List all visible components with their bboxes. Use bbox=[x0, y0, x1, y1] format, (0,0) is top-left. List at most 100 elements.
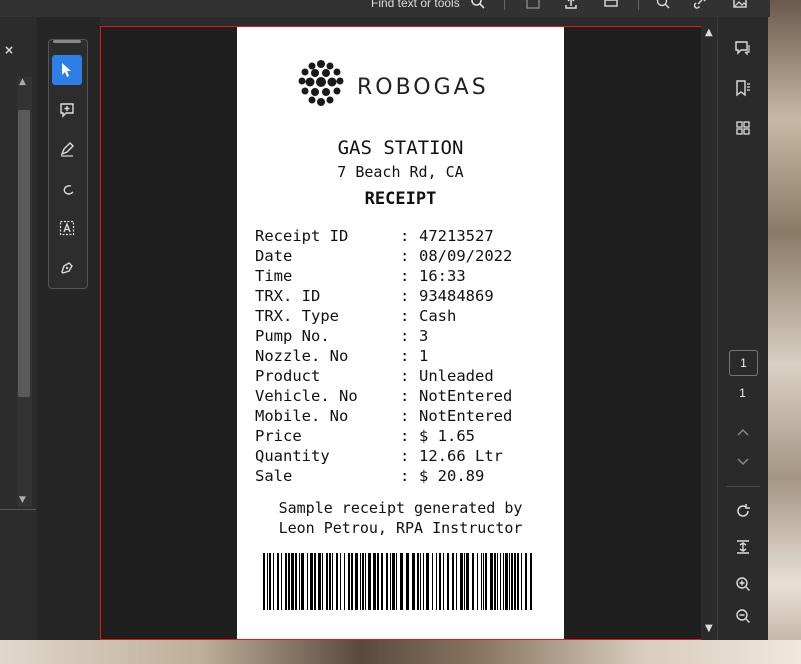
scroll-down-icon[interactable]: ▼ bbox=[705, 623, 713, 634]
find-text-label[interactable]: Find text or tools bbox=[371, 0, 460, 10]
barcode-bar bbox=[514, 553, 516, 610]
footer-line-2: Leon Petrou, RPA Instructor bbox=[278, 519, 523, 537]
barcode-bar bbox=[494, 553, 496, 610]
receipt-row-separator: : bbox=[400, 307, 410, 325]
barcode-bar bbox=[396, 553, 397, 610]
sign-icon[interactable] bbox=[52, 253, 82, 283]
scroll-up-icon[interactable]: ▲ bbox=[19, 77, 26, 87]
barcode-bar bbox=[530, 553, 532, 610]
barcode-bar bbox=[288, 553, 290, 610]
save-icon[interactable] bbox=[525, 0, 541, 10]
barcode-bar bbox=[301, 553, 304, 610]
previous-page-icon[interactable] bbox=[732, 421, 754, 443]
barcode-bar bbox=[299, 553, 300, 610]
barcode-bar bbox=[340, 553, 341, 610]
add-comment-icon[interactable] bbox=[52, 95, 82, 125]
barcode-bar bbox=[277, 553, 279, 610]
desktop-background-right bbox=[767, 0, 801, 664]
barcode-bar bbox=[443, 553, 444, 610]
barcode-bar bbox=[386, 553, 388, 610]
receipt-row-value: 12.66 Ltr bbox=[419, 447, 503, 465]
search-icon[interactable] bbox=[470, 0, 486, 10]
barcode-bar bbox=[318, 553, 321, 610]
barcode-bar bbox=[307, 553, 308, 610]
document-scrollbar[interactable]: ▲ ▼ bbox=[701, 17, 717, 640]
receipt-row-label: Nozzle. No bbox=[255, 347, 349, 365]
zoom-tool-icon[interactable] bbox=[655, 0, 671, 10]
barcode-bar bbox=[291, 553, 294, 610]
select-pointer-icon[interactable] bbox=[52, 55, 82, 85]
barcode-bar bbox=[521, 553, 522, 610]
barcode-bar bbox=[381, 553, 383, 610]
receipt-row-separator: : bbox=[400, 247, 410, 265]
next-page-icon[interactable] bbox=[732, 451, 754, 473]
print-icon[interactable] bbox=[603, 0, 619, 10]
document-viewport[interactable]: ROBOGAS GAS STATION 7 Beach Rd, CA RECEI… bbox=[100, 26, 702, 640]
barcode-bar bbox=[267, 553, 268, 610]
close-icon[interactable]: × bbox=[4, 43, 14, 57]
barcode-bar bbox=[509, 553, 510, 610]
receipt-row-label: Quantity bbox=[255, 447, 330, 465]
barcode-bar bbox=[336, 553, 338, 610]
barcode-bar bbox=[390, 553, 391, 610]
current-page-input[interactable]: 1 bbox=[729, 350, 758, 376]
receipt-row: Nozzle. No:1 bbox=[255, 346, 555, 366]
barcode-bar bbox=[269, 553, 271, 610]
barcode-bar bbox=[348, 553, 350, 610]
highlight-pen-icon[interactable] bbox=[52, 134, 82, 164]
share-icon[interactable] bbox=[563, 0, 579, 10]
barcode-bar bbox=[400, 553, 403, 610]
barcode-bar bbox=[362, 553, 364, 610]
right-tool-panel: 1 1 bbox=[717, 17, 768, 640]
barcode-bar bbox=[412, 553, 415, 610]
image-icon[interactable] bbox=[732, 0, 748, 10]
footer-line-1: Sample receipt generated by bbox=[278, 499, 523, 517]
receipt-row-separator: : bbox=[400, 227, 410, 245]
sidebar-scrollbar-thumb[interactable] bbox=[18, 110, 30, 397]
receipt-row-label: Pump No. bbox=[255, 327, 330, 345]
scroll-down-icon[interactable]: ▼ bbox=[19, 495, 26, 505]
receipt-row-value: 1 bbox=[419, 347, 429, 365]
link-icon[interactable] bbox=[692, 0, 708, 10]
drag-handle[interactable] bbox=[53, 40, 81, 43]
barcode-bar bbox=[517, 553, 519, 610]
receipt-details: Receipt ID:47213527 Date:08/09/2022 Time:1… bbox=[255, 226, 555, 486]
receipt-row-label: Price bbox=[255, 427, 302, 445]
draw-freeform-icon[interactable] bbox=[52, 174, 82, 204]
zoom-out-icon[interactable] bbox=[732, 605, 754, 627]
station-address: 7 Beach Rd, CA bbox=[337, 163, 464, 181]
fit-page-icon[interactable] bbox=[732, 536, 754, 558]
receipt-row-value: Unleaded bbox=[419, 367, 494, 385]
zoom-in-icon[interactable] bbox=[732, 573, 754, 595]
barcode-bar bbox=[485, 553, 487, 610]
barcode-bar bbox=[481, 553, 482, 610]
station-title: GAS STATION bbox=[337, 137, 464, 159]
barcode-bar bbox=[281, 553, 282, 610]
barcode-bar bbox=[392, 553, 395, 610]
barcode-bar bbox=[263, 553, 265, 610]
receipt-row-separator: : bbox=[400, 427, 410, 445]
rotate-icon[interactable] bbox=[732, 500, 754, 522]
receipt-row-separator: : bbox=[400, 267, 410, 285]
receipt-row: Pump No.:3 bbox=[255, 326, 555, 346]
receipt-row-separator: : bbox=[400, 327, 410, 345]
barcode-bar bbox=[464, 553, 465, 610]
thumbnails-icon[interactable] bbox=[732, 117, 754, 139]
barcode-bar bbox=[329, 553, 331, 610]
receipt-row: Product: Unleaded bbox=[255, 366, 555, 386]
receipt-row-value: 3 bbox=[419, 327, 429, 345]
barcode-bar bbox=[436, 553, 437, 610]
toolbar-divider bbox=[504, 0, 505, 10]
toolbar-divider bbox=[638, 0, 639, 10]
barcode-bar bbox=[452, 553, 454, 610]
barcode-bar bbox=[466, 553, 469, 610]
text-recognition-icon[interactable] bbox=[52, 213, 82, 243]
barcode-bar bbox=[377, 553, 379, 610]
barcode-bar bbox=[432, 553, 433, 610]
receipt-row: Mobile. No: NotEntered bbox=[255, 406, 555, 426]
comment-panel-icon[interactable] bbox=[732, 37, 754, 59]
receipt-row: Receipt ID:47213527 bbox=[255, 226, 555, 246]
sidebar-divider bbox=[0, 509, 36, 510]
scroll-up-icon[interactable]: ▲ bbox=[705, 27, 713, 38]
bookmark-icon[interactable] bbox=[732, 77, 754, 99]
